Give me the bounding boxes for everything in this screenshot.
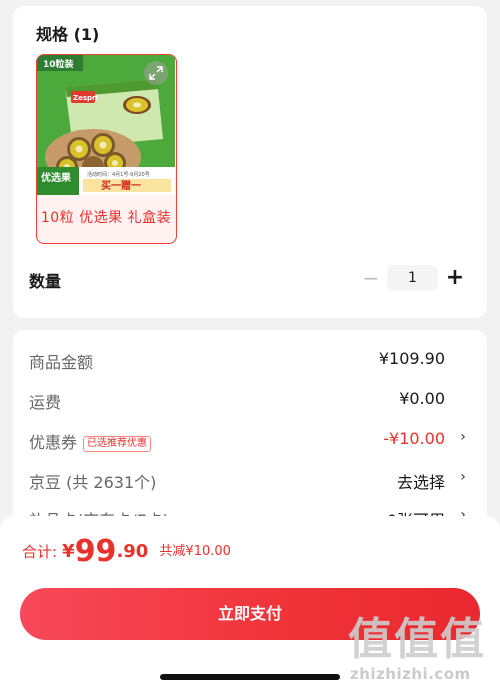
coupon-value: -¥10.00 (383, 429, 445, 448)
subtotal-row: 商品金额 ¥109.90 (29, 349, 471, 373)
quantity-input[interactable]: 1 (387, 265, 438, 291)
jingdou-value: 去选择 (396, 473, 445, 492)
coupon-badge: 已选推荐优惠 (83, 436, 152, 452)
chevron-right-icon: › (460, 469, 466, 485)
coupon-label-wrap: 优惠券 已选推荐优惠 (29, 429, 152, 453)
coupon-row[interactable]: 优惠券 已选推荐优惠 -¥10.00 › (29, 429, 471, 453)
price-detail-card: 商品金额 ¥109.90 运费 ¥0.00 优惠券 已选推荐优惠 -¥10.00 … (13, 330, 487, 530)
jingdou-row[interactable]: 京豆 (共 2631个) 去选择 › (29, 469, 471, 493)
variant-label: 10粒 优选果 礼盒装 (40, 210, 172, 226)
total-savings: 共减¥10.00 (159, 544, 231, 559)
total-amount: 合计: ¥99.90 共减¥10.00 (22, 534, 231, 574)
spec-card: 规格 (1) 10粒装 Zespri 优选果 活动时间：4月1号-9月20号 买… (13, 6, 487, 318)
total-decimal: .90 (116, 541, 149, 562)
total-integer: 99 (74, 534, 117, 569)
thumb-activity-text: 活动时间：4月1号-9月20号 (87, 171, 150, 178)
watermark-url: zhizhizhi.com (350, 665, 471, 683)
expand-icon[interactable] (144, 61, 168, 85)
watermark-glyph: 值 (394, 614, 438, 665)
quantity-label: 数量 (29, 272, 62, 291)
total-label: 合计: (22, 543, 58, 561)
shipping-row: 运费 ¥0.00 (29, 389, 471, 413)
coupon-label: 优惠券 (29, 433, 78, 452)
subtotal-value: ¥109.90 (378, 349, 445, 368)
spec-title: 规格 (1) (36, 25, 100, 44)
quantity-minus-button[interactable]: − (362, 267, 380, 289)
thumb-tag-text: 10粒装 (43, 58, 75, 70)
currency-symbol: ¥ (62, 541, 75, 562)
shipping-value: ¥0.00 (399, 389, 445, 408)
subtotal-label: 商品金额 (29, 353, 94, 372)
watermark-glyph: 值 (348, 614, 392, 665)
watermark-glyph: 值 (440, 614, 484, 665)
home-indicator (160, 674, 340, 680)
product-thumbnail: 10粒装 Zespri 优选果 活动时间：4月1号-9月20号 买一赠一 (37, 55, 175, 195)
shipping-label: 运费 (29, 393, 62, 412)
variant-option[interactable]: 10粒装 Zespri 优选果 活动时间：4月1号-9月20号 买一赠一 10粒… (36, 54, 177, 244)
jingdou-label: 京豆 (共 2631个) (29, 473, 157, 492)
watermark: 值 值 值 zhizhizhi.com (346, 603, 496, 691)
thumb-series-text: 优选果 (41, 171, 72, 184)
thumb-promo-text: 买一赠一 (101, 179, 141, 192)
chevron-right-icon: › (460, 429, 466, 445)
quantity-plus-button[interactable]: + (445, 265, 465, 291)
thumb-brand-text: Zespri (73, 94, 98, 102)
